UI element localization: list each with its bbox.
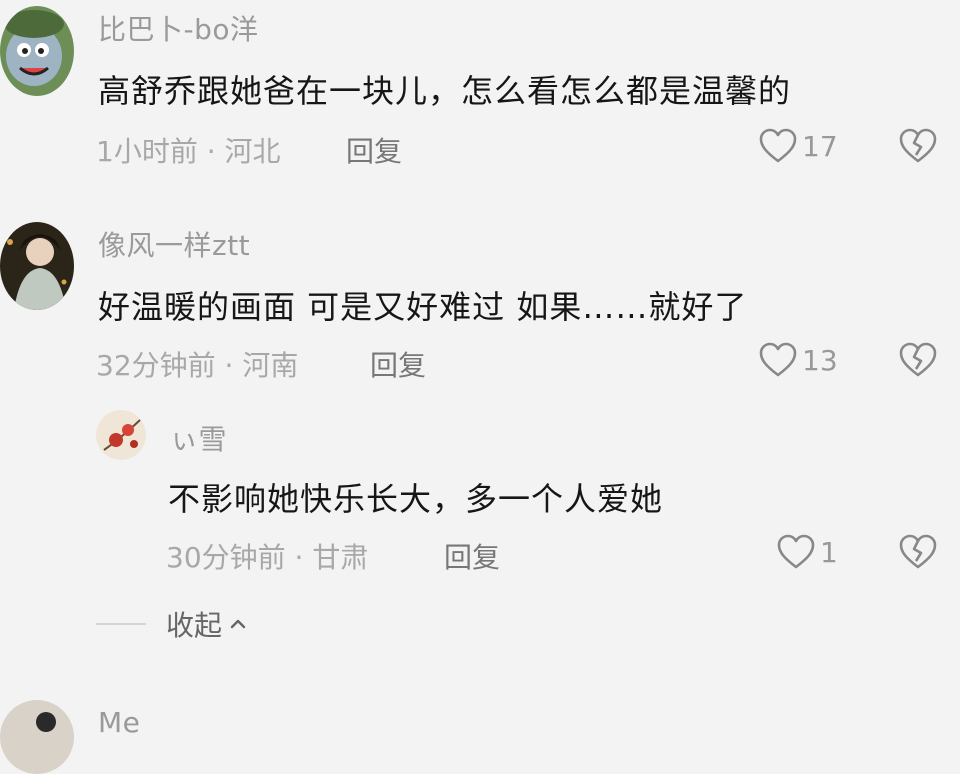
heart-outline-icon: [759, 342, 797, 377]
dislike-button[interactable]: [898, 127, 938, 165]
collapse-replies-button[interactable]: 收起: [96, 604, 248, 644]
like-button[interactable]: 17: [758, 126, 838, 166]
heart-outline-icon: [777, 534, 815, 569]
broken-heart-icon: [899, 342, 937, 377]
comment-text: 高舒乔跟她爸在一块儿，怎么看怎么都是温馨的: [98, 72, 792, 110]
avatar[interactable]: [0, 222, 74, 310]
comment-username[interactable]: 比巴卜-bo洋: [98, 8, 259, 48]
avatar[interactable]: [0, 700, 74, 774]
comment-meta: 32分钟前 · 河南: [96, 349, 299, 382]
like-button[interactable]: 13: [758, 340, 838, 380]
dislike-button[interactable]: [898, 533, 938, 571]
comment-meta: 1小时前 · 河北: [96, 135, 281, 168]
reply-username[interactable]: ぃ雪: [170, 418, 227, 458]
avatar[interactable]: [96, 410, 146, 460]
like-count: 1: [820, 535, 838, 569]
reply-meta: 30分钟前 · 甘肃: [166, 541, 369, 574]
comment-username[interactable]: Me: [98, 706, 140, 739]
comment-username[interactable]: 像风一样ztt: [98, 224, 250, 264]
reply-text: 不影响她快乐长大，多一个人爱她: [168, 480, 664, 518]
chevron-up-icon: [230, 619, 246, 629]
heart-outline-icon: [759, 128, 797, 163]
broken-heart-icon: [899, 534, 937, 569]
broken-heart-icon: [899, 128, 937, 163]
divider: [96, 623, 146, 625]
reply-button[interactable]: 回复: [370, 344, 426, 384]
reply-button[interactable]: 回复: [444, 536, 500, 576]
reply-button[interactable]: 回复: [346, 130, 402, 170]
comment-text: 好温暖的画面 可是又好难过 如果……就好了: [98, 288, 748, 326]
avatar-portrait-image: [0, 222, 74, 310]
like-button[interactable]: 1: [776, 532, 838, 572]
avatar-cartoon-image: [0, 6, 74, 96]
collapse-label: 收起: [166, 609, 223, 642]
avatar-flower-image: [96, 410, 146, 460]
dislike-button[interactable]: [898, 341, 938, 379]
avatar[interactable]: [0, 6, 74, 96]
like-count: 13: [802, 343, 838, 377]
like-count: 17: [802, 129, 838, 163]
avatar-image: [0, 700, 74, 774]
